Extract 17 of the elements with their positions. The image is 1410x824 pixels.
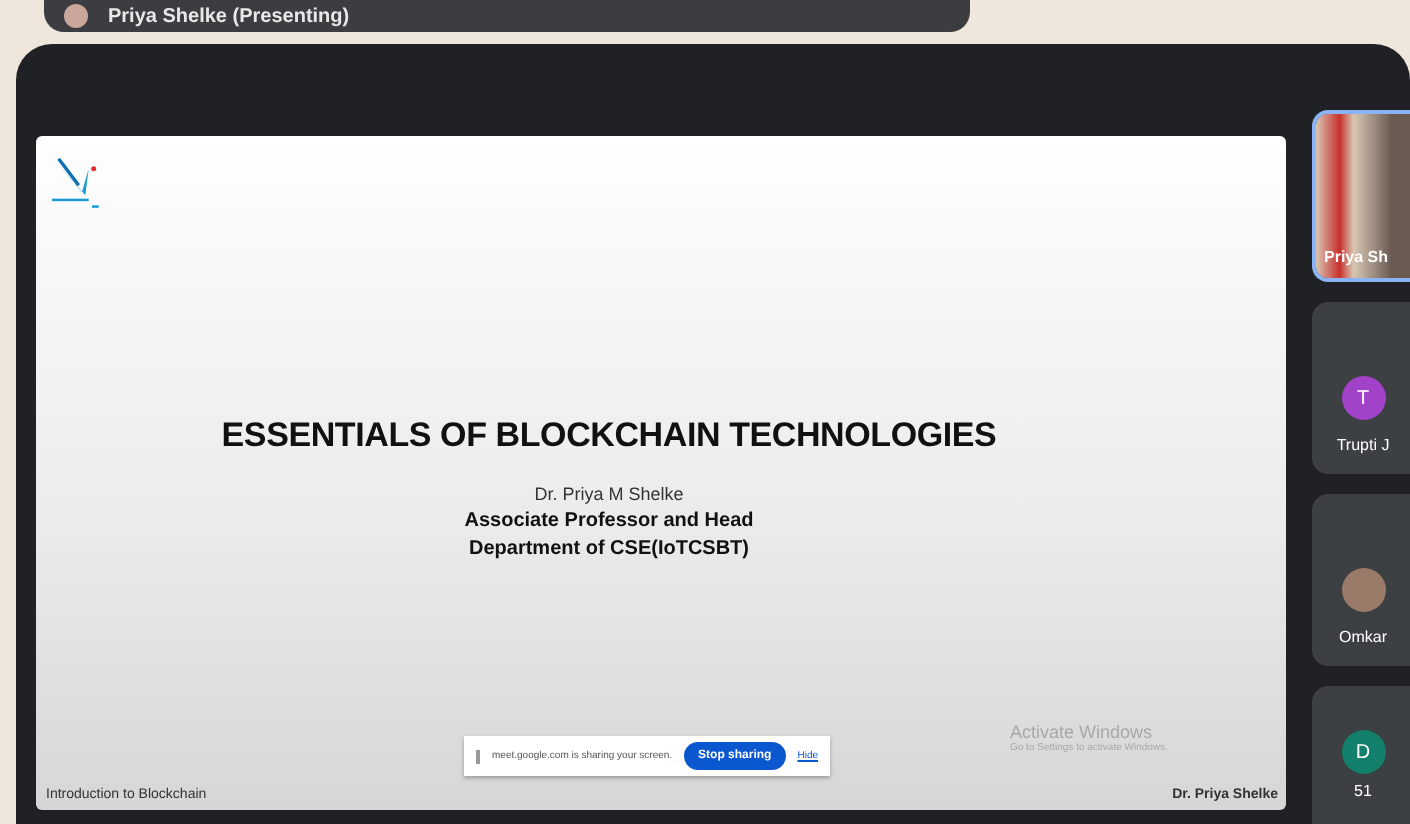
participant-name: 51 <box>1354 782 1372 800</box>
presenter-title: Priya Shelke (Presenting) <box>108 5 350 27</box>
drag-handle-icon[interactable] <box>476 749 480 763</box>
author-name: Dr. Priya M Shelke <box>534 484 684 504</box>
avatar-photo-placeholder <box>1341 568 1385 612</box>
participant-name: Omkar <box>1339 628 1387 646</box>
author-role: Associate Professor and Head <box>464 510 754 532</box>
participant-tile[interactable]: Omkar <box>1312 494 1410 666</box>
avatar-icon <box>64 4 88 28</box>
author-department: Department of CSE(IoTCSBT) <box>469 538 749 560</box>
participant-avatar: D <box>1341 730 1385 774</box>
participant-avatar: T <box>1341 376 1385 420</box>
participant-name: Trupti J <box>1336 436 1390 454</box>
participant-tile[interactable]: D 51 <box>1312 686 1410 824</box>
participant-tile[interactable]: T Trupti J <box>1312 302 1410 474</box>
slide-title: ESSENTIALS OF BLOCKCHAIN TECHNOLOGIES <box>221 416 997 456</box>
participant-name: Priya Sh <box>1324 248 1389 266</box>
